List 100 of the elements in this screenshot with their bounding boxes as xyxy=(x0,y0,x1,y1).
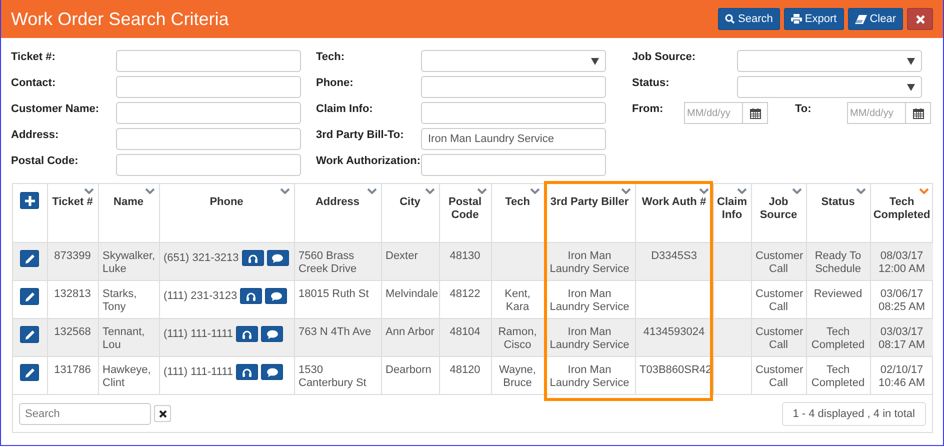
table-cell: (111) 111-1111 xyxy=(164,366,234,378)
speech-bubble-icon xyxy=(266,330,278,338)
caret-icon xyxy=(591,58,599,64)
select-field[interactable] xyxy=(421,50,606,72)
table-cell: Starks, Tony xyxy=(102,288,137,313)
field-label: From: xyxy=(632,102,664,116)
table-cell: Hawkeye, Clint xyxy=(102,364,151,389)
clear-button[interactable]: Clear xyxy=(848,8,903,30)
select-field[interactable] xyxy=(737,50,922,72)
headset-icon xyxy=(242,330,252,338)
table-cell: Ramon, Cisco xyxy=(498,326,537,351)
speech-bubble-icon xyxy=(272,254,284,262)
table-cell: Skywalker, Luke xyxy=(102,250,156,275)
calendar-icon xyxy=(912,108,924,118)
table-cell: Melvindale xyxy=(386,288,438,300)
message-button[interactable] xyxy=(266,250,289,266)
search-icon xyxy=(725,14,736,24)
input-field[interactable] xyxy=(116,128,301,150)
table-cell: Ann Arbor xyxy=(386,326,434,338)
field-label: Claim Info: xyxy=(316,102,374,116)
table-cell: 18015 Ruth St xyxy=(298,288,369,300)
table-cell: 1530 Canterbury St xyxy=(298,364,366,389)
date-field[interactable]: MM/dd/yy xyxy=(847,102,931,124)
input-field[interactable] xyxy=(421,76,606,98)
speech-bubble-icon xyxy=(270,292,282,300)
edit-button[interactable] xyxy=(20,250,40,267)
field-label: Status: xyxy=(632,76,670,90)
table-cell: T03B860SR42 xyxy=(640,364,712,376)
field-label: Postal Code: xyxy=(11,154,80,168)
input-field[interactable] xyxy=(421,154,606,176)
input-field[interactable] xyxy=(116,76,301,98)
call-button[interactable] xyxy=(236,364,258,380)
table-cell: Kent, Kara xyxy=(504,288,530,313)
pencil-icon xyxy=(24,254,35,264)
speech-bubble-icon xyxy=(266,368,278,376)
table-cell: Iron Man Laundry Service xyxy=(550,250,630,275)
pager-info: 1 - 4 displayed , 4 in total xyxy=(782,402,926,426)
pencil-icon xyxy=(24,330,35,340)
table-cell: Customer Call xyxy=(756,364,804,389)
caret-icon xyxy=(907,84,915,90)
table-cell: Tech Completed xyxy=(811,364,865,389)
field-label: Address: xyxy=(11,128,60,142)
message-button[interactable] xyxy=(261,364,284,380)
table-cell: Dexter xyxy=(386,250,418,262)
input-field[interactable] xyxy=(421,102,606,124)
headset-icon xyxy=(248,254,258,262)
table-cell: Iron Man Laundry Service xyxy=(550,288,630,313)
close-button[interactable] xyxy=(907,8,933,30)
table-cell: Reviewed xyxy=(814,288,862,300)
table-cell: 132813 xyxy=(54,288,91,300)
message-button[interactable] xyxy=(265,288,288,304)
date-field[interactable]: MM/dd/yy xyxy=(684,102,768,124)
edit-button[interactable] xyxy=(20,326,40,343)
headset-icon xyxy=(246,292,256,300)
field-label: Job Source: xyxy=(632,50,697,64)
table-cell: (111) 231-3123 xyxy=(164,290,238,302)
pencil-icon xyxy=(24,292,35,302)
table-cell: 03/03/17 08:17 AM xyxy=(878,326,925,351)
table-cell: 7560 Brass Creek Drive xyxy=(298,250,357,275)
caret-icon xyxy=(907,58,915,64)
table-cell: 03/06/17 08:25 AM xyxy=(878,288,925,313)
field-label: To: xyxy=(795,102,812,116)
field-label: Ticket #: xyxy=(11,50,56,64)
table-cell: Wayne, Bruce xyxy=(499,364,536,389)
input-field[interactable] xyxy=(116,102,301,124)
field-label: Customer Name: xyxy=(11,102,100,116)
table-cell: Tennant, Lou xyxy=(102,326,145,351)
edit-button[interactable] xyxy=(20,364,40,381)
window-title: Work Order Search Criteria xyxy=(11,8,229,30)
edit-button[interactable] xyxy=(20,288,40,305)
add-button[interactable] xyxy=(20,192,40,209)
plus-icon xyxy=(24,196,35,206)
table-cell: 48104 xyxy=(450,326,480,338)
input-field[interactable]: Iron Man Laundry Service xyxy=(421,128,606,150)
search-button[interactable]: Search xyxy=(718,8,780,30)
input-field[interactable] xyxy=(116,50,301,72)
close-icon xyxy=(916,14,924,24)
table-cell: Customer Call xyxy=(756,288,804,313)
field-label: Work Authorization: xyxy=(316,154,421,168)
table-cell: (111) 111-1111 xyxy=(164,328,234,340)
call-button[interactable] xyxy=(236,326,258,342)
message-button[interactable] xyxy=(261,326,284,342)
search-field[interactable]: Search xyxy=(19,402,151,424)
clear-search-button[interactable] xyxy=(154,405,171,422)
field-label: Contact: xyxy=(11,76,57,90)
export-button[interactable]: Export xyxy=(784,8,844,30)
table-cell: Dearborn xyxy=(386,364,432,376)
select-field[interactable] xyxy=(737,76,922,98)
call-button[interactable] xyxy=(240,288,262,304)
table-cell: 131786 xyxy=(54,364,91,376)
close-icon xyxy=(158,410,166,418)
table-cell: 02/10/17 10:46 AM xyxy=(878,364,925,389)
printer-icon xyxy=(790,14,802,24)
table-cell: (651) 321-3213 xyxy=(164,252,239,264)
headset-icon xyxy=(242,368,252,376)
call-button[interactable] xyxy=(242,250,264,266)
input-field[interactable] xyxy=(116,154,301,176)
field-label: Phone: xyxy=(316,76,354,90)
table-cell: Tech Completed xyxy=(811,326,865,351)
table-cell: 08/03/17 12:00 AM xyxy=(878,250,925,275)
